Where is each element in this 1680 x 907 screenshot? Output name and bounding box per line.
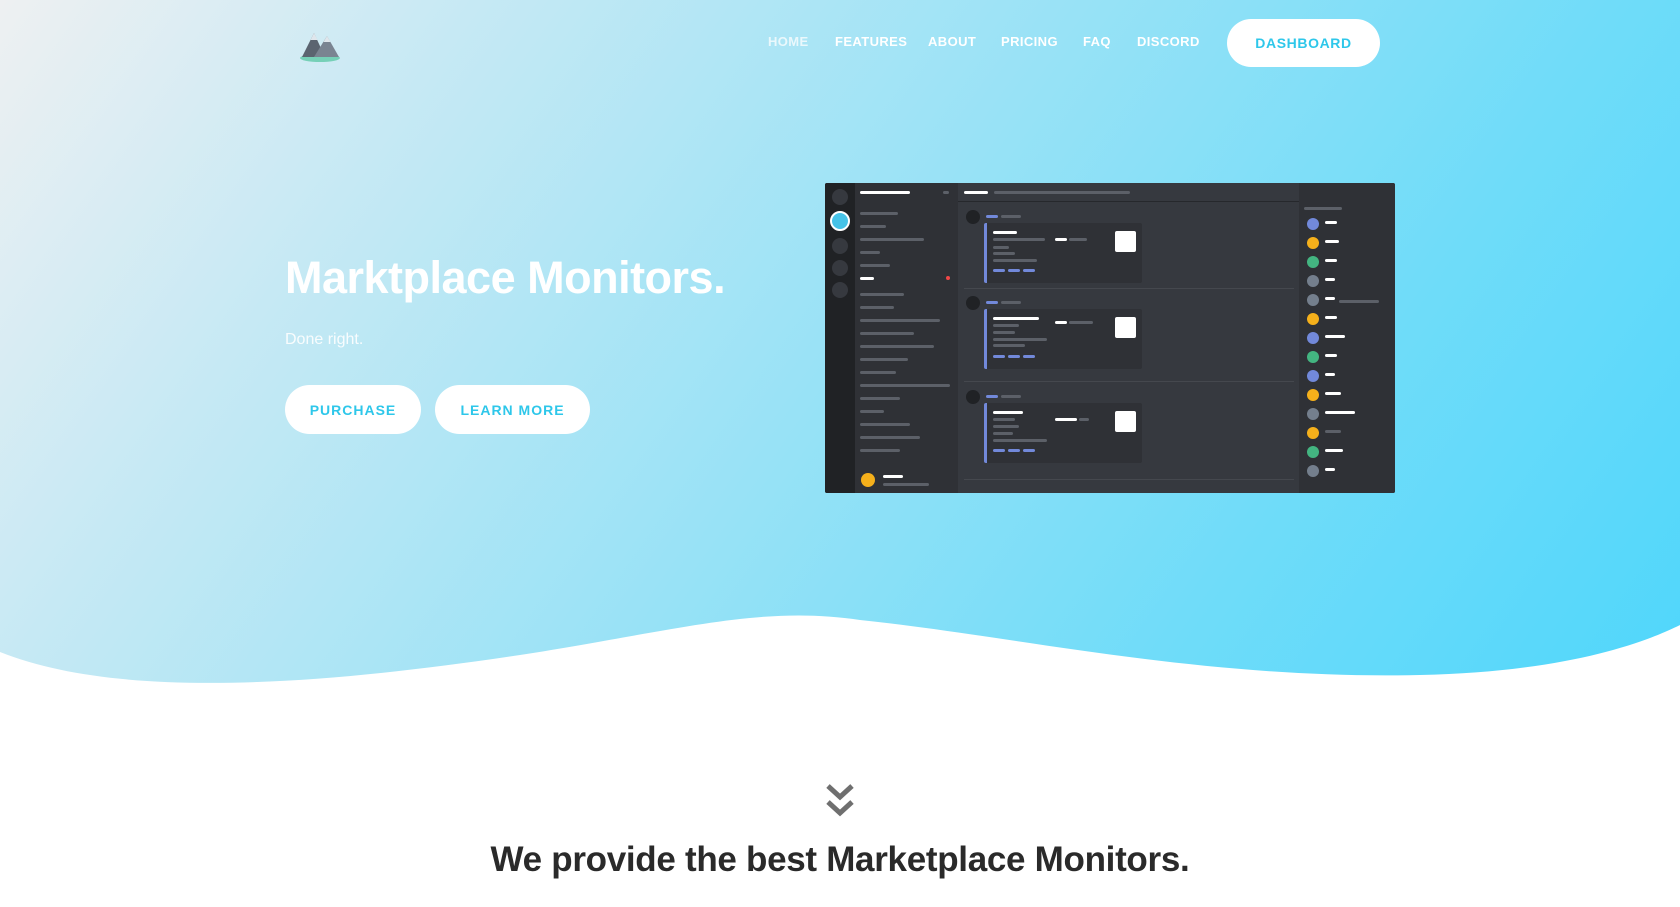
nav-home[interactable]: HOME: [768, 34, 809, 49]
hero-title: Marktplace Monitors.: [285, 252, 726, 303]
nav-features[interactable]: FEATURES: [835, 34, 907, 49]
hero-subtitle: Done right.: [285, 331, 364, 348]
nav-discord[interactable]: DISCORD: [1137, 34, 1200, 49]
hero-section: HOME FEATURES ABOUT PRICING FAQ DISCORD …: [0, 0, 1680, 720]
member-list: [1299, 183, 1395, 493]
nav-faq[interactable]: FAQ: [1083, 34, 1111, 49]
hero-wave-divider: [0, 615, 1680, 720]
dashboard-button[interactable]: DASHBOARD: [1227, 19, 1380, 67]
section-title: We provide the best Marketplace Monitors…: [490, 840, 1190, 879]
nav-about[interactable]: ABOUT: [928, 34, 976, 49]
learn-more-button[interactable]: LEARN MORE: [435, 385, 590, 434]
double-chevron-down-icon[interactable]: [824, 782, 856, 822]
nav-pricing[interactable]: PRICING: [1001, 34, 1058, 49]
purchase-button[interactable]: PURCHASE: [285, 385, 421, 434]
channel-header: [958, 183, 1299, 202]
server-rail: [825, 183, 855, 493]
discord-preview-image: [825, 183, 1395, 493]
channel-list: [855, 183, 958, 493]
main-nav: HOME FEATURES ABOUT PRICING FAQ DISCORD: [0, 34, 1680, 54]
